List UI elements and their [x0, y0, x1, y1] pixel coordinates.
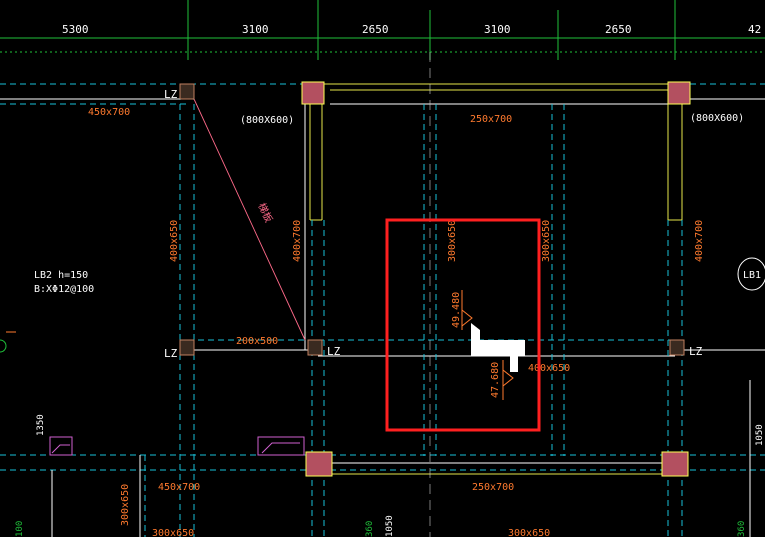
- column-label-lz: LZ: [327, 345, 341, 358]
- beam-label-vertical: 300x650: [541, 220, 552, 262]
- dim-label: 2650: [605, 23, 632, 36]
- side-dim: 360: [737, 521, 747, 537]
- beam-label-vertical: 400x700: [292, 220, 303, 262]
- column-bottom-right[interactable]: [661, 451, 689, 477]
- dim-label: 3100: [242, 23, 269, 36]
- column-hatched[interactable]: [179, 83, 195, 100]
- column-top-right[interactable]: [667, 81, 691, 105]
- beam-label-vertical: 300x650: [447, 220, 458, 262]
- canvas-background: [0, 0, 765, 537]
- column-bottom-left[interactable]: [305, 451, 333, 477]
- section-label: (800X600): [240, 115, 294, 126]
- side-dim: 1050: [755, 424, 765, 446]
- side-dim: 1050: [385, 515, 395, 537]
- slab-note-line2: B:XΦ12@100: [34, 284, 94, 295]
- column-label-lz: LZ: [164, 347, 178, 360]
- dim-label: 2650: [362, 23, 389, 36]
- beam-label-vertical: 300x650: [120, 484, 131, 526]
- beam-label-vertical: 400x650: [169, 220, 180, 262]
- column-hatched[interactable]: [307, 339, 323, 356]
- dim-label: 42: [748, 23, 761, 36]
- beam-label: 300x650: [152, 528, 194, 537]
- cad-drawing-canvas[interactable]: 5300 3100 2650 3100 2650 42 梯板 LZ LZ LZ …: [0, 0, 765, 537]
- beam-label: 200x500: [236, 336, 278, 347]
- beam-label: 450x700: [88, 107, 130, 118]
- section-label: (800X600): [690, 113, 744, 124]
- side-dim: 360: [365, 521, 375, 537]
- column-hatched[interactable]: [179, 339, 195, 356]
- beam-label: 300x650: [508, 528, 550, 537]
- beam-label: 450x700: [158, 482, 200, 493]
- column-label-lz: LZ: [689, 345, 703, 358]
- elevation-label: 49.480: [451, 292, 462, 328]
- side-dim: 100: [15, 521, 25, 537]
- dim-label: 3100: [484, 23, 511, 36]
- slab-note-line1: LB2 h=150: [34, 270, 88, 281]
- beam-label: 250x700: [470, 114, 512, 125]
- column-top-left[interactable]: [301, 81, 325, 105]
- column-label-lz: LZ: [164, 88, 178, 101]
- elevation-label: 47.680: [490, 362, 501, 398]
- column-hatched[interactable]: [669, 339, 685, 356]
- beam-label: 250x700: [472, 482, 514, 493]
- beam-label: 400x650: [528, 363, 570, 374]
- dim-label: 5300: [62, 23, 89, 36]
- beam-label-vertical: 400x700: [694, 220, 705, 262]
- slab-tag-text: LB1: [743, 270, 761, 281]
- side-dim: 1350: [36, 414, 46, 436]
